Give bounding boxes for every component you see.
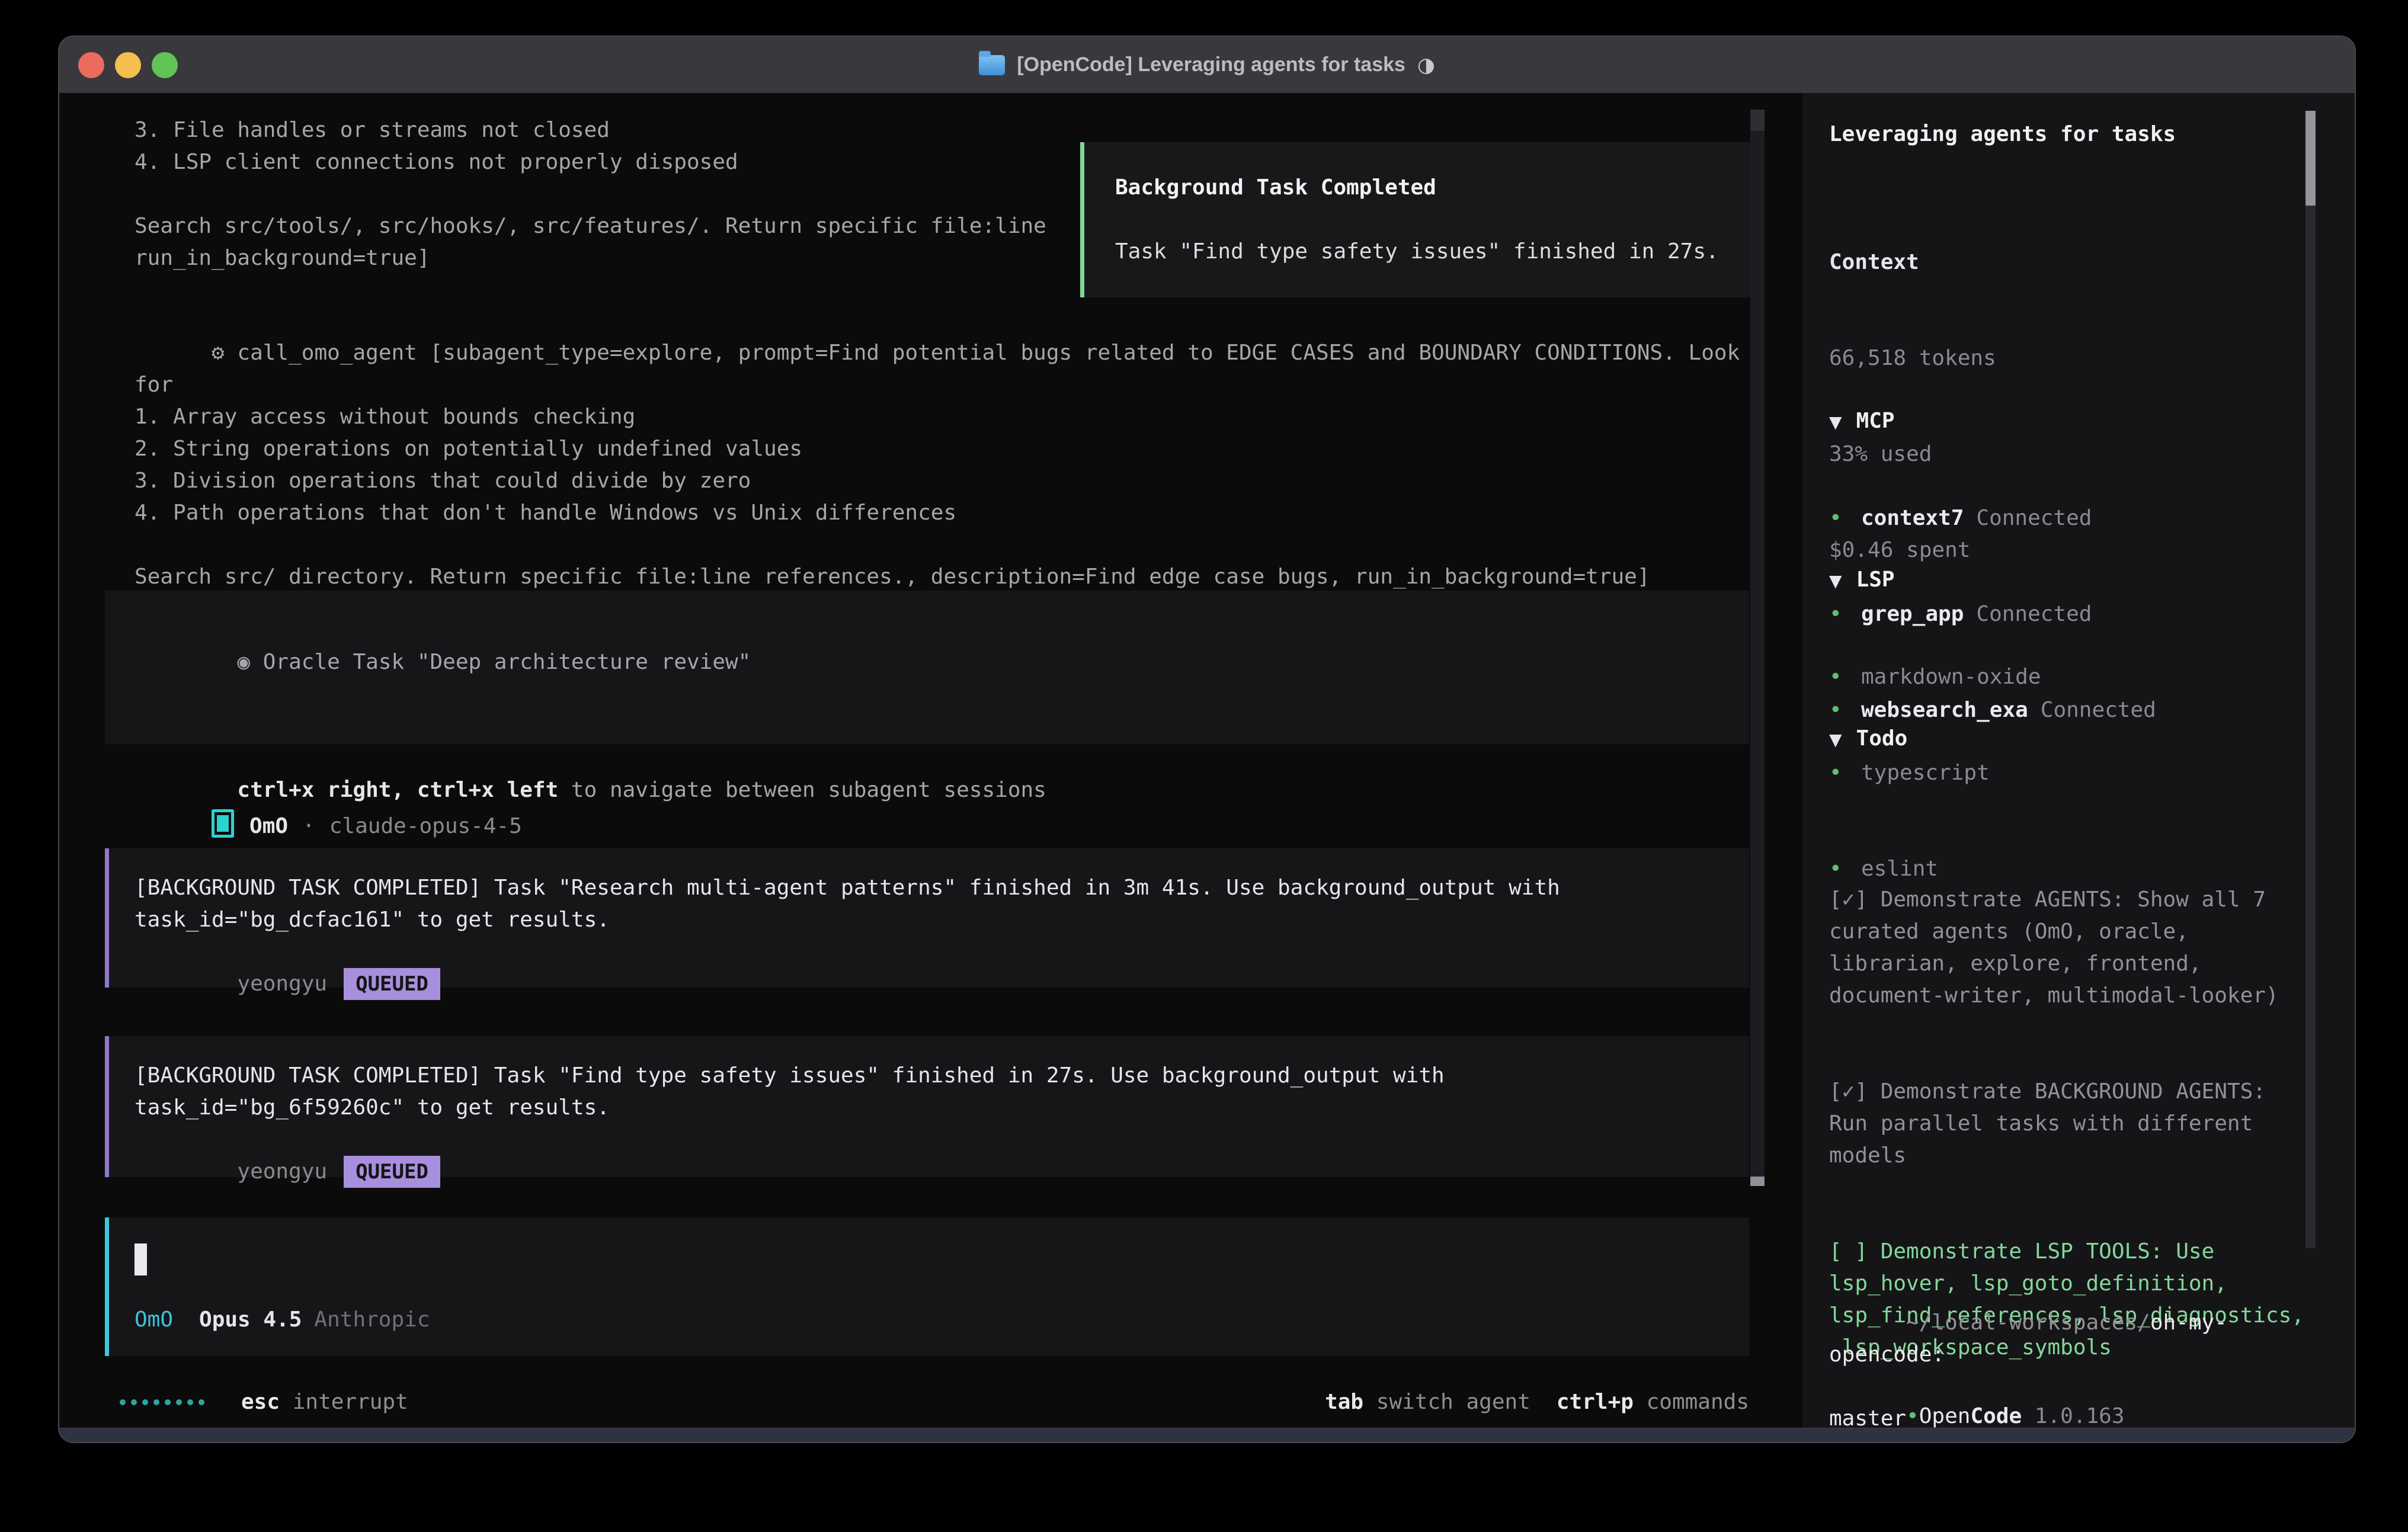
notification-toast: Background Task Completed Task "Find typ… xyxy=(1080,142,1762,297)
app-name: Open xyxy=(1919,1404,1971,1428)
tool-call-log: ⚙ call_omo_agent [subagent_type=explore,… xyxy=(135,305,1770,625)
chat-scrollbar-track[interactable] xyxy=(1750,110,1765,1185)
text-cursor xyxy=(135,1243,147,1275)
chat-scrollbar-thumb[interactable] xyxy=(1750,1177,1765,1186)
todo-item: [✓] Demonstrate BACKGROUND AGENTS: Run p… xyxy=(1829,1076,2305,1172)
titlebar: [OpenCode] Leveraging agents for tasks ◑ xyxy=(59,37,2355,93)
task-message-text: [BACKGROUND TASK COMPLETED] Task "Find t… xyxy=(135,1060,1749,1124)
minimize-button[interactable] xyxy=(115,52,141,78)
window-footer-strip xyxy=(59,1428,2356,1443)
session-title: Leveraging agents for tasks xyxy=(1829,118,2305,150)
status-badge: QUEUED xyxy=(344,968,440,1000)
sidebar-scrollbar-track[interactable] xyxy=(2305,111,2316,1248)
workspace-path-prefix: ~/local-workspaces/ xyxy=(1906,1310,2150,1335)
chat-scrollbar-top-segment[interactable] xyxy=(1750,110,1765,131)
chevron-down-icon: ▼ xyxy=(1829,406,1842,438)
status-bar: esc interrupt tab switch agent ctrl+p com… xyxy=(59,1386,1802,1418)
app-name-bold: Code xyxy=(1970,1404,2022,1428)
task-message-text: [BACKGROUND TASK COMPLETED] Task "Resear… xyxy=(135,872,1749,936)
sidebar-scrollbar-thumb[interactable] xyxy=(2305,111,2316,206)
context-heading: Context xyxy=(1829,246,2305,278)
activity-dots xyxy=(120,1386,204,1418)
separator-dot: · xyxy=(302,814,315,838)
session-sidebar: Leveraging agents for tasks Context 66,5… xyxy=(1802,93,2356,1428)
todo-section-header[interactable]: ▼ Todo xyxy=(1829,723,2305,756)
agent-icon xyxy=(212,809,234,838)
terminal-window: [OpenCode] Leveraging agents for tasks ◑… xyxy=(58,36,2356,1443)
prompt-input[interactable]: OmO Opus 4.5 Anthropic xyxy=(105,1217,1749,1356)
esc-key-hint: esc xyxy=(241,1390,280,1414)
lsp-heading: LSP xyxy=(1856,564,1895,596)
mcp-heading: MCP xyxy=(1856,405,1895,437)
chat-area: 3. File handles or streams not closed 4.… xyxy=(59,93,1802,1428)
status-badge: QUEUED xyxy=(344,1156,440,1188)
chevron-down-icon: ▼ xyxy=(1829,724,1842,756)
ctrlp-key-label: commands xyxy=(1647,1390,1749,1414)
task-author: yeongyu xyxy=(237,972,327,996)
notification-body: Task "Find type safety issues" finished … xyxy=(1115,236,1758,268)
zoom-button[interactable] xyxy=(152,52,178,78)
input-model-name[interactable]: Opus 4.5 xyxy=(199,1307,302,1332)
gear-icon: ⚙ xyxy=(212,341,225,365)
window-title: [OpenCode] Leveraging agents for tasks xyxy=(1017,53,1405,76)
oracle-task-box: ◉ Oracle Task "Deep architecture review"… xyxy=(105,591,1749,744)
task-message: [BACKGROUND TASK COMPLETED] Task "Find t… xyxy=(105,1036,1749,1177)
esc-key-label: interrupt xyxy=(293,1390,408,1414)
agent-name: OmO xyxy=(249,814,288,838)
todo-heading: Todo xyxy=(1856,723,1908,755)
session-spinner-icon: ◑ xyxy=(1417,53,1435,77)
tab-key-label: switch agent xyxy=(1376,1390,1530,1414)
close-button[interactable] xyxy=(78,52,104,78)
record-icon: ◉ xyxy=(237,650,250,674)
ctrlp-key-hint: ctrl+p xyxy=(1557,1390,1634,1414)
folder-icon xyxy=(979,55,1005,75)
task-author: yeongyu xyxy=(237,1159,327,1184)
input-agent-name[interactable]: OmO xyxy=(135,1307,173,1332)
todo-item: [✓] Demonstrate AGENTS: Show all 7 curat… xyxy=(1829,884,2305,1012)
task-message: [BACKGROUND TASK COMPLETED] Task "Resear… xyxy=(105,848,1749,988)
mcp-section-header[interactable]: ▼ MCP xyxy=(1829,405,2305,438)
chevron-down-icon: ▼ xyxy=(1829,565,1842,597)
notification-title: Background Task Completed xyxy=(1115,172,1758,204)
status-dot-icon: • xyxy=(1906,1404,1919,1428)
tab-key-hint: tab xyxy=(1325,1390,1363,1414)
traffic-lights xyxy=(78,37,178,93)
hint-text: to navigate between subagent sessions xyxy=(558,778,1046,802)
lsp-section-header[interactable]: ▼ LSP xyxy=(1829,564,2305,597)
agent-model: claude-opus-4-5 xyxy=(329,814,522,838)
app-version: 1.0.163 xyxy=(2022,1404,2124,1428)
input-provider-name: Anthropic xyxy=(314,1307,430,1332)
tool-call-text: call_omo_agent [subagent_type=explore, p… xyxy=(135,341,1753,589)
oracle-task-title: Oracle Task "Deep architecture review" xyxy=(250,650,751,674)
